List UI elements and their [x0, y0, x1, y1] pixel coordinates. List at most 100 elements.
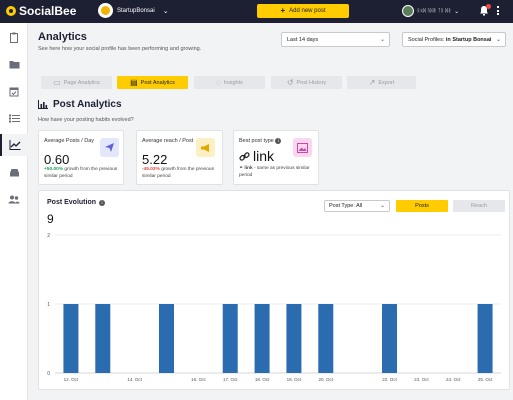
- section-title: Post Analytics: [38, 99, 122, 110]
- info-icon[interactable]: i: [99, 199, 105, 206]
- section-title-text: Post Analytics: [53, 99, 122, 110]
- bar-chart-icon: [38, 100, 48, 109]
- clipboard-icon[interactable]: [0, 26, 28, 48]
- social-profiles-select[interactable]: Social Profiles: in Startup Bonsai ⌄: [402, 32, 506, 47]
- card-label: Average reach / Post: [142, 138, 194, 144]
- users-icon[interactable]: [0, 188, 28, 210]
- card-value: link: [239, 148, 274, 164]
- card-value: 5.22: [142, 152, 168, 167]
- best-type-value: link: [253, 148, 275, 164]
- megaphone-icon: [196, 138, 215, 157]
- chart-bar[interactable]: [222, 304, 238, 373]
- x-tick-label: 25. Oct: [478, 377, 493, 382]
- x-tick-label: 24. Oct: [446, 377, 461, 382]
- user-name: ᚱᛟᛞ ᚢᛞᚱ ᛏᚱ ᛞᚱ: [417, 8, 452, 14]
- avatar: [402, 5, 414, 17]
- y-tick-label: 0: [47, 371, 50, 377]
- chart-bar[interactable]: [63, 304, 79, 373]
- brand-name: StartupBonsai: [117, 7, 155, 14]
- plus-icon: +: [280, 6, 286, 15]
- x-tick-label: 22. Oct: [382, 377, 397, 382]
- chart-bar[interactable]: [477, 304, 493, 373]
- x-tick-label: 18. Oct: [255, 377, 270, 382]
- user-menu[interactable]: ᚱᛟᛞ ᚢᛞᚱ ᛏᚱ ᛞᚱ ⌄: [402, 5, 459, 17]
- folder-icon[interactable]: [0, 53, 28, 75]
- avg-reach-card: Average reach / Post 5.22 -45.03% growth…: [136, 130, 223, 185]
- card-note: ⚭ link - same as previous similar period: [239, 165, 314, 179]
- link-icon: ⚭: [239, 166, 244, 171]
- tab-post-history[interactable]: ↺ Post History: [271, 76, 342, 89]
- date-range-select[interactable]: Last 14 days ⌄: [281, 32, 390, 47]
- x-tick-label: 19. Oct: [287, 377, 302, 382]
- post-icon: ▤: [130, 77, 138, 87]
- card-value: 0.60: [44, 152, 70, 167]
- tab-label: Post Analytics: [140, 79, 175, 86]
- x-tick-label: 23. Oct: [414, 377, 429, 382]
- post-type-value: Post Type: All: [329, 203, 363, 209]
- card-label: Average Posts / Day: [44, 138, 95, 144]
- tab-page-analytics[interactable]: ▭ Page Analytics: [41, 76, 112, 89]
- avg-posts-card: Average Posts / Day 0.60 +50.00% growth …: [38, 130, 124, 185]
- tab-label: Export: [378, 79, 395, 86]
- history-icon: ↺: [286, 77, 294, 87]
- top-bar: SocialBee StartupBonsai ⌄ + Add new post…: [0, 0, 513, 23]
- chart-bar[interactable]: [254, 304, 270, 373]
- posts-toggle-button[interactable]: Posts: [396, 200, 448, 212]
- tab-label: Page Analytics: [63, 79, 100, 86]
- section-subtitle: How have your posting habits evolved?: [38, 117, 134, 123]
- tab-label: Insights: [223, 79, 243, 86]
- date-range-value: Last 14 days: [287, 37, 319, 43]
- page-icon: ▭: [53, 77, 61, 87]
- chevron-down-icon: ⌄: [379, 37, 385, 43]
- add-new-post-button[interactable]: + Add new post: [257, 4, 349, 18]
- tab-export[interactable]: ↗ Export: [347, 76, 416, 89]
- logo-text: SocialBee: [19, 4, 77, 18]
- card-note: +50.00% growth from the previous similar…: [44, 166, 119, 180]
- chart-bar[interactable]: [159, 304, 174, 373]
- chart-bar[interactable]: [286, 304, 302, 373]
- card-note: -45.03% growth from the previous similar…: [142, 166, 217, 180]
- evolution-title-text: Post Evolution: [47, 199, 96, 206]
- brand-selector[interactable]: StartupBonsai ⌄: [98, 3, 169, 18]
- link-icon: [239, 151, 250, 161]
- chart-bar[interactable]: [382, 304, 397, 373]
- export-icon: ↗: [368, 77, 376, 87]
- post-evolution-panel: Post Evolution i 9 Post Type: All ⌄ Post…: [38, 190, 510, 390]
- list-icon[interactable]: [0, 107, 28, 129]
- x-tick-label: 14. Oct: [127, 377, 142, 382]
- card-label: Best post type i: [239, 138, 299, 145]
- send-icon: [100, 138, 119, 157]
- change-down: -45.03%: [142, 167, 160, 172]
- tab-label: Post History: [296, 79, 327, 86]
- analytics-icon[interactable]: [0, 134, 28, 156]
- evolution-title: Post Evolution i: [47, 199, 105, 206]
- post-evolution-chart: 0 1 2 12. Oct 14. Oct 16. Oct 17. Oct 18. Oct 19…: [47, 233, 501, 382]
- add-new-post-label: Add new post: [289, 8, 326, 14]
- y-tick-label: 2: [47, 233, 50, 239]
- tab-post-analytics[interactable]: ▤ Post Analytics: [117, 76, 188, 89]
- lightbulb-icon: ◌: [216, 77, 221, 87]
- chart-bar[interactable]: [318, 304, 334, 373]
- chevron-down-icon: ⌄: [379, 203, 385, 209]
- post-type-select[interactable]: Post Type: All ⌄: [324, 200, 390, 212]
- card-label-text: Best post type: [239, 138, 274, 144]
- y-tick-label: 1: [47, 302, 50, 308]
- info-icon[interactable]: i: [275, 138, 282, 144]
- best-post-type-card: Best post type i link ⚭ link - same as p…: [233, 130, 319, 185]
- profiles-prefix: Social Profiles:: [408, 37, 446, 43]
- page-subtitle: See here how your social profile has bee…: [38, 46, 202, 52]
- inbox-icon[interactable]: [0, 161, 28, 183]
- chart-bar[interactable]: [95, 304, 111, 373]
- more-vertical-icon[interactable]: [497, 6, 499, 17]
- socialbee-logo[interactable]: SocialBee: [6, 4, 76, 18]
- notification-badge: [486, 4, 491, 9]
- brand-avatar: [98, 3, 113, 18]
- x-tick-label: 16. Oct: [191, 377, 206, 382]
- reach-toggle-button[interactable]: Reach: [453, 200, 505, 212]
- x-tick-label: 12. Oct: [64, 377, 79, 382]
- tab-insights[interactable]: ◌ Insights: [194, 76, 265, 89]
- calendar-check-icon[interactable]: [0, 80, 28, 102]
- change-up: +50.00%: [44, 167, 64, 172]
- chevron-down-icon: ⌄: [495, 37, 501, 43]
- page-title: Analytics: [38, 31, 87, 43]
